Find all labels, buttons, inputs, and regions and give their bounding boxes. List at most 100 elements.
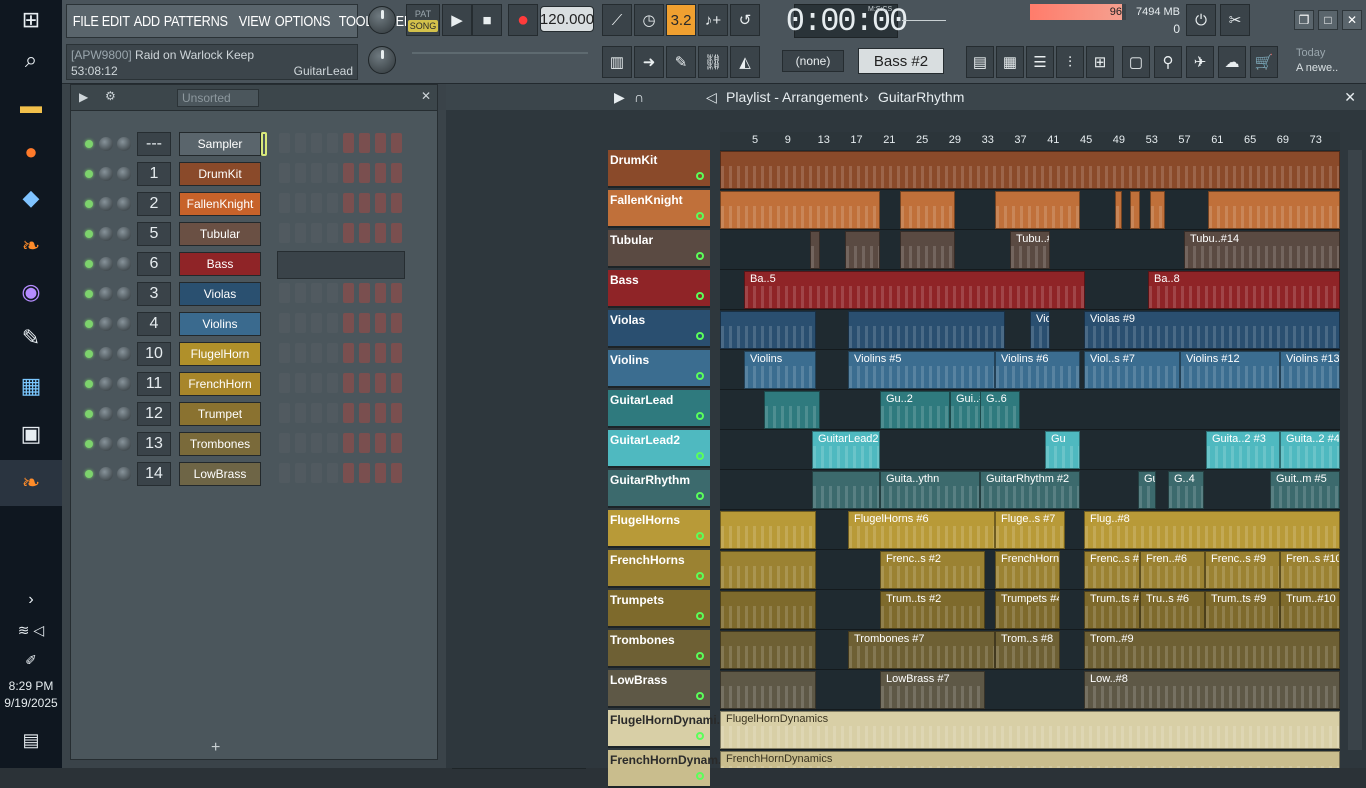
step-button[interactable] (391, 343, 402, 363)
browser-icon[interactable]: ⊞ (1086, 46, 1114, 78)
close-icon[interactable]: ✕ (1344, 84, 1356, 110)
channel-led[interactable] (85, 380, 93, 388)
channel-led[interactable] (85, 440, 93, 448)
step-button[interactable] (311, 433, 322, 453)
channel-mixer-track[interactable]: 6 (137, 252, 171, 276)
track-header[interactable]: FlugelHorns (608, 510, 710, 548)
track-header[interactable]: Tubular (608, 230, 710, 268)
step-button[interactable] (359, 283, 370, 303)
channel-mixer-track[interactable]: 2 (137, 192, 171, 216)
pattern-clip[interactable]: LowBrass #7 (880, 671, 985, 709)
step-button[interactable] (343, 433, 354, 453)
playlist-lane[interactable]: Frenc..s #2 FrenchHorns #4 Frenc..s #5 Fren… (720, 550, 1340, 590)
pan-knob[interactable] (99, 197, 113, 211)
step-button[interactable] (311, 283, 322, 303)
step-button[interactable] (279, 283, 290, 303)
step-button[interactable] (311, 223, 322, 243)
playlist-lane[interactable]: Tubu..#13 Tubu..#14 (720, 230, 1340, 270)
step-button[interactable] (375, 223, 386, 243)
step-button[interactable] (327, 313, 338, 333)
mixer-icon[interactable]: ☰ (1026, 46, 1054, 78)
pencil-icon[interactable]: ✎ (666, 46, 696, 78)
track-enable-icon[interactable] (696, 212, 704, 220)
channel-mixer-track[interactable]: 12 (137, 402, 171, 426)
pattern-selector[interactable]: (none) (782, 50, 844, 72)
step-button[interactable] (375, 373, 386, 393)
step-button[interactable] (295, 373, 306, 393)
channel-row[interactable]: 11 FrenchHorn (81, 371, 431, 397)
volume-knob[interactable] (117, 137, 131, 151)
step-button[interactable] (359, 223, 370, 243)
channel-name[interactable]: FallenKnight (179, 192, 261, 216)
playlist-lane[interactable]: Gu..2 Gui..#4 G..6 (720, 390, 1340, 430)
step-button[interactable] (375, 463, 386, 483)
volume-knob[interactable] (117, 317, 131, 331)
record-button[interactable]: ● (508, 4, 538, 36)
pattern-clip[interactable]: Violins #6 (995, 351, 1080, 389)
channel-selector[interactable] (261, 132, 267, 156)
step-button[interactable] (359, 343, 370, 363)
step-button[interactable] (359, 163, 370, 183)
channel-name[interactable]: LowBrass (179, 462, 261, 486)
add-channel-button[interactable]: + (211, 739, 220, 757)
search-icon[interactable]: ⌕ (11, 40, 51, 80)
playlist-lane[interactable] (720, 150, 1340, 190)
step-button[interactable] (359, 463, 370, 483)
pan-knob[interactable] (99, 167, 113, 181)
pattern-clip[interactable]: Flug..#8 (1084, 511, 1340, 549)
step-button[interactable] (295, 343, 306, 363)
pattern-clip[interactable]: Frenc..s #2 (880, 551, 985, 589)
step-button[interactable] (343, 463, 354, 483)
step-button[interactable] (311, 313, 322, 333)
step-button[interactable] (375, 313, 386, 333)
step-button[interactable] (359, 373, 370, 393)
pattern-clip[interactable]: G..4 (1168, 471, 1204, 509)
step-button[interactable] (327, 373, 338, 393)
step-button[interactable] (311, 163, 322, 183)
mixer-slider-icon[interactable]: ⫶ (1056, 46, 1084, 78)
metronome-icon[interactable]: ⟋ (602, 4, 632, 36)
playlist-lane[interactable]: Violins Violins #5 Violins #6 Viol..s #7 Vio… (720, 350, 1340, 390)
stop-button[interactable]: ■ (472, 4, 502, 36)
step-button[interactable] (327, 133, 338, 153)
step-button[interactable] (327, 463, 338, 483)
channel-led[interactable] (85, 140, 93, 148)
channel-mixer-track[interactable]: 13 (137, 432, 171, 456)
7zip-icon[interactable]: ▣ (11, 414, 51, 454)
pattern-clip[interactable]: Gu..2 (880, 391, 950, 429)
channel-row[interactable]: 14 LowBrass (81, 461, 431, 487)
step-button[interactable] (343, 343, 354, 363)
pattern-clip[interactable]: GuitarRhythm #2 (980, 471, 1080, 509)
playlist-lane[interactable]: FrenchHornDynamics (720, 750, 1340, 768)
pattern-clip[interactable] (845, 231, 880, 269)
step-button[interactable] (375, 343, 386, 363)
track-header[interactable]: Trumpets (608, 590, 710, 628)
track-enable-icon[interactable] (696, 612, 704, 620)
step-button[interactable] (279, 343, 290, 363)
step-button[interactable] (391, 193, 402, 213)
pattern-clip[interactable]: Tru..s #6 (1140, 591, 1205, 629)
step-button[interactable] (327, 403, 338, 423)
track-header[interactable]: FallenKnight (608, 190, 710, 228)
scissors-icon[interactable]: ✂ (1220, 4, 1250, 36)
step-button[interactable] (279, 433, 290, 453)
step-button[interactable] (327, 343, 338, 363)
step-button[interactable] (327, 283, 338, 303)
pan-knob[interactable] (99, 227, 113, 241)
channel-led[interactable] (85, 290, 93, 298)
track-enable-icon[interactable] (696, 252, 704, 260)
pattern-clip[interactable] (720, 631, 816, 669)
pan-knob[interactable] (99, 137, 113, 151)
track-header[interactable]: GuitarLead (608, 390, 710, 428)
pattern-clip[interactable]: Trum..ts #2 (880, 591, 985, 629)
step-button[interactable] (359, 403, 370, 423)
step-button[interactable] (343, 133, 354, 153)
timeline-ruler[interactable]: 5 9 13 17 21 25 29 33 37 41 45 49 53 57 61 65 69 73 (720, 132, 1340, 150)
arrow-right-icon[interactable]: ➜ (634, 46, 664, 78)
calculator-icon[interactable]: ▦ (11, 366, 51, 406)
shop-icon[interactable]: 🛒 (1250, 46, 1278, 78)
track-enable-icon[interactable] (696, 492, 704, 500)
menu-file[interactable]: FILE (71, 13, 100, 30)
close-icon[interactable]: ✕ (421, 89, 431, 103)
pattern-clip[interactable]: FrenchHorns #4 (995, 551, 1060, 589)
